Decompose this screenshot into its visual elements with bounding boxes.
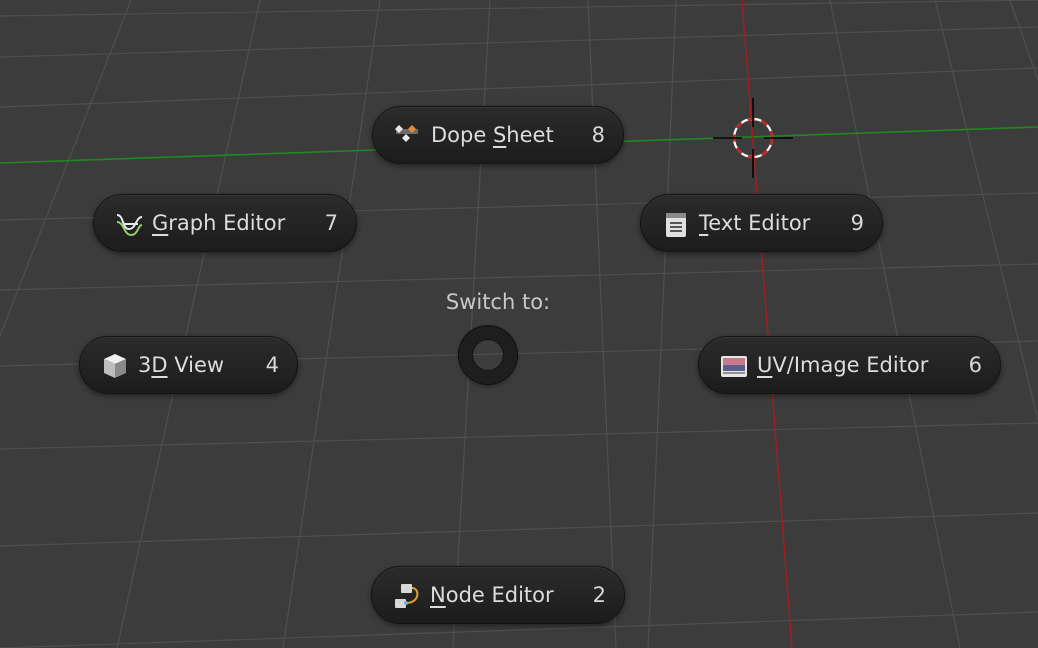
cube-icon [100, 351, 130, 381]
dope-sheet-icon [393, 121, 423, 151]
text-editor-hotkey: 9 [850, 211, 864, 235]
3d-viewport-grid[interactable] [0, 0, 1038, 648]
text-editor-icon [661, 209, 691, 239]
text-editor-button[interactable]: Text Editor 9 [640, 194, 883, 252]
3d-view-label: 3D View [138, 353, 225, 377]
dope-sheet-hotkey: 8 [591, 123, 605, 147]
pie-menu-title: Switch to: [445, 290, 551, 314]
graph-editor-button[interactable]: Graph Editor 7 [93, 194, 357, 252]
node-editor-button[interactable]: Node Editor 2 [371, 566, 625, 624]
uv-image-editor-label: UV/Image Editor [757, 353, 929, 377]
image-editor-icon [719, 351, 749, 381]
dope-sheet-button[interactable]: Dope Sheet 8 [372, 106, 624, 164]
text-editor-label: Text Editor [699, 211, 811, 235]
uv-image-editor-button[interactable]: UV/Image Editor 6 [698, 336, 1001, 394]
graph-editor-icon [114, 209, 144, 239]
dope-sheet-label: Dope Sheet [431, 123, 554, 147]
3d-view-hotkey: 4 [265, 353, 279, 377]
3d-view-button[interactable]: 3D View 4 [79, 336, 298, 394]
uv-image-editor-hotkey: 6 [968, 353, 982, 377]
node-editor-hotkey: 2 [592, 583, 606, 607]
graph-editor-hotkey: 7 [324, 211, 338, 235]
pie-center-ring [459, 326, 517, 384]
node-editor-icon [392, 581, 422, 611]
node-editor-label: Node Editor [430, 583, 554, 607]
graph-editor-label: Graph Editor [152, 211, 286, 235]
